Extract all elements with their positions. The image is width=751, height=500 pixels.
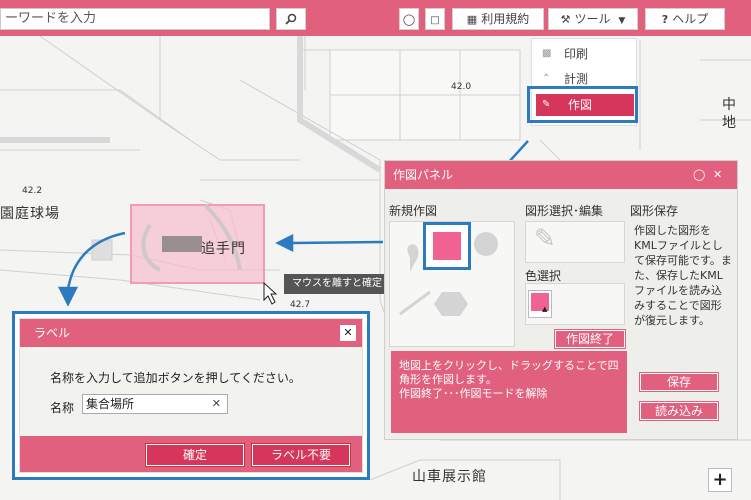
map-label-gate: 追手門 bbox=[201, 241, 246, 257]
comment-button[interactable]: □ bbox=[425, 8, 445, 30]
label-dialog-header: ラベル ✕ bbox=[20, 319, 362, 347]
rectangle-shape-icon bbox=[433, 232, 461, 260]
arrow-head bbox=[57, 286, 79, 307]
name-input-value: 集合場所 bbox=[86, 397, 135, 411]
drag-tooltip: マウスを離すと確定 bbox=[284, 274, 388, 294]
section-title-color: 色選択 bbox=[525, 269, 562, 283]
end-drawing-button[interactable]: 作図終了 bbox=[554, 329, 626, 349]
lightbulb-icon: ◯ bbox=[402, 13, 416, 26]
search-input[interactable]: ーワードを入力 bbox=[0, 8, 270, 30]
elevation-label: 42.2 bbox=[22, 186, 43, 196]
clear-icon[interactable]: ✕ bbox=[212, 395, 221, 413]
highlight-draw-menu bbox=[527, 86, 638, 123]
save-description: 作図した図形を KMLファイルとして保存可能です。また、保存したKMLファイルを… bbox=[634, 224, 732, 327]
arrow-head bbox=[275, 233, 294, 253]
menu-item-print[interactable]: ▩ 印刷 bbox=[532, 43, 636, 65]
elevation-label: 42.7 bbox=[290, 300, 311, 310]
mouse-cursor bbox=[263, 281, 278, 305]
map-label-edge: 中 bbox=[722, 97, 737, 113]
gate-building bbox=[162, 236, 202, 252]
panel-message: 地図上をクリックし、ドラッグすることで四角形を作図します。 作図終了･･･作図モ… bbox=[391, 351, 627, 433]
menu-item-label: 計測 bbox=[564, 72, 589, 86]
comment-icon: □ bbox=[430, 15, 440, 26]
polygon-shape-icon bbox=[434, 292, 468, 316]
label-dialog-footer: 確定 ラベル不要 bbox=[20, 436, 362, 472]
name-input[interactable]: 集合場所 ✕ bbox=[82, 394, 228, 414]
circle-shape-icon bbox=[474, 232, 498, 256]
search-button[interactable] bbox=[276, 8, 306, 30]
close-icon: ✕ bbox=[343, 326, 353, 339]
menu-item-label: 印刷 bbox=[564, 47, 589, 61]
map-label-garden: 園庭球場 bbox=[0, 206, 60, 222]
section-title-select: 図形選択･編集 bbox=[525, 204, 604, 218]
draw-panel: 作図パネル ◯ ✕ 新規作図 図形選択･編集 図形保存 ✎ 色選択 ▲ 作図終了… bbox=[384, 160, 738, 440]
no-label-button[interactable]: ラベル不要 bbox=[251, 443, 351, 467]
save-button[interactable]: 保存 bbox=[639, 372, 719, 392]
terms-button[interactable]: ▦ 利用規約 bbox=[452, 8, 544, 30]
close-icon[interactable]: ✕ bbox=[713, 161, 722, 189]
map-label-hall: 山車展示館 bbox=[412, 469, 487, 485]
tools-label: ツール bbox=[574, 12, 611, 26]
chevron-down-icon: ▼ bbox=[618, 16, 626, 26]
rectangle-tool-button[interactable] bbox=[423, 222, 471, 270]
label-dialog-body: ラベル ✕ 名称を入力して追加ボタンを押してください。 名称 集合場所 ✕ 確定… bbox=[19, 318, 363, 473]
help-button[interactable]: ? ヘルプ bbox=[645, 8, 725, 30]
line-shape-icon bbox=[399, 290, 431, 316]
toolbar: ーワードを入力 ◯ □ ▦ 利用規約 ⚒ ツール ▼ ? ヘルプ bbox=[0, 0, 751, 36]
label-dialog-title: ラベル bbox=[34, 326, 71, 340]
zoom-in-button[interactable]: + bbox=[708, 468, 732, 492]
confirm-button[interactable]: 確定 bbox=[145, 443, 245, 467]
draw-panel-title: 作図パネル bbox=[393, 168, 454, 182]
section-title-new: 新規作図 bbox=[389, 204, 438, 218]
pencil-icon: ✎ bbox=[534, 224, 556, 254]
lightbulb-icon[interactable]: ◯ bbox=[693, 161, 705, 189]
map-label-edge: 地 bbox=[722, 115, 737, 131]
load-button[interactable]: 読み込み bbox=[639, 401, 719, 421]
section-title-save: 図形保存 bbox=[630, 204, 679, 218]
question-icon: ? bbox=[661, 13, 669, 26]
marker-shape-icon bbox=[407, 244, 419, 272]
arrow-panel-to-map bbox=[291, 240, 384, 245]
search-icon bbox=[285, 13, 297, 25]
color-area: ▲ bbox=[525, 283, 625, 325]
instruction-text: 名称を入力して追加ボタンを押してください。 bbox=[50, 371, 301, 385]
wrench-icon: ⚒ bbox=[560, 13, 571, 26]
color-picker-button[interactable]: ▲ bbox=[528, 290, 552, 318]
print-icon: ▩ bbox=[542, 48, 552, 59]
chevron-down-icon: ▲ bbox=[542, 305, 548, 313]
help-label: ヘルプ bbox=[672, 12, 709, 26]
draw-panel-header: 作図パネル ◯ ✕ bbox=[385, 161, 737, 189]
edit-tool-button[interactable]: ✎ bbox=[525, 221, 625, 263]
label-dialog: ラベル ✕ 名称を入力して追加ボタンを押してください。 名称 集合場所 ✕ 確定… bbox=[12, 311, 370, 480]
terms-label: 利用規約 bbox=[481, 12, 530, 26]
book-icon: ▦ bbox=[466, 13, 478, 26]
close-button[interactable]: ✕ bbox=[340, 325, 356, 341]
lightbulb-button[interactable]: ◯ bbox=[399, 8, 419, 30]
tools-button[interactable]: ⚒ ツール ▼ bbox=[548, 8, 638, 30]
elevation-label: 42.0 bbox=[451, 82, 472, 92]
name-field-label: 名称 bbox=[50, 401, 75, 415]
